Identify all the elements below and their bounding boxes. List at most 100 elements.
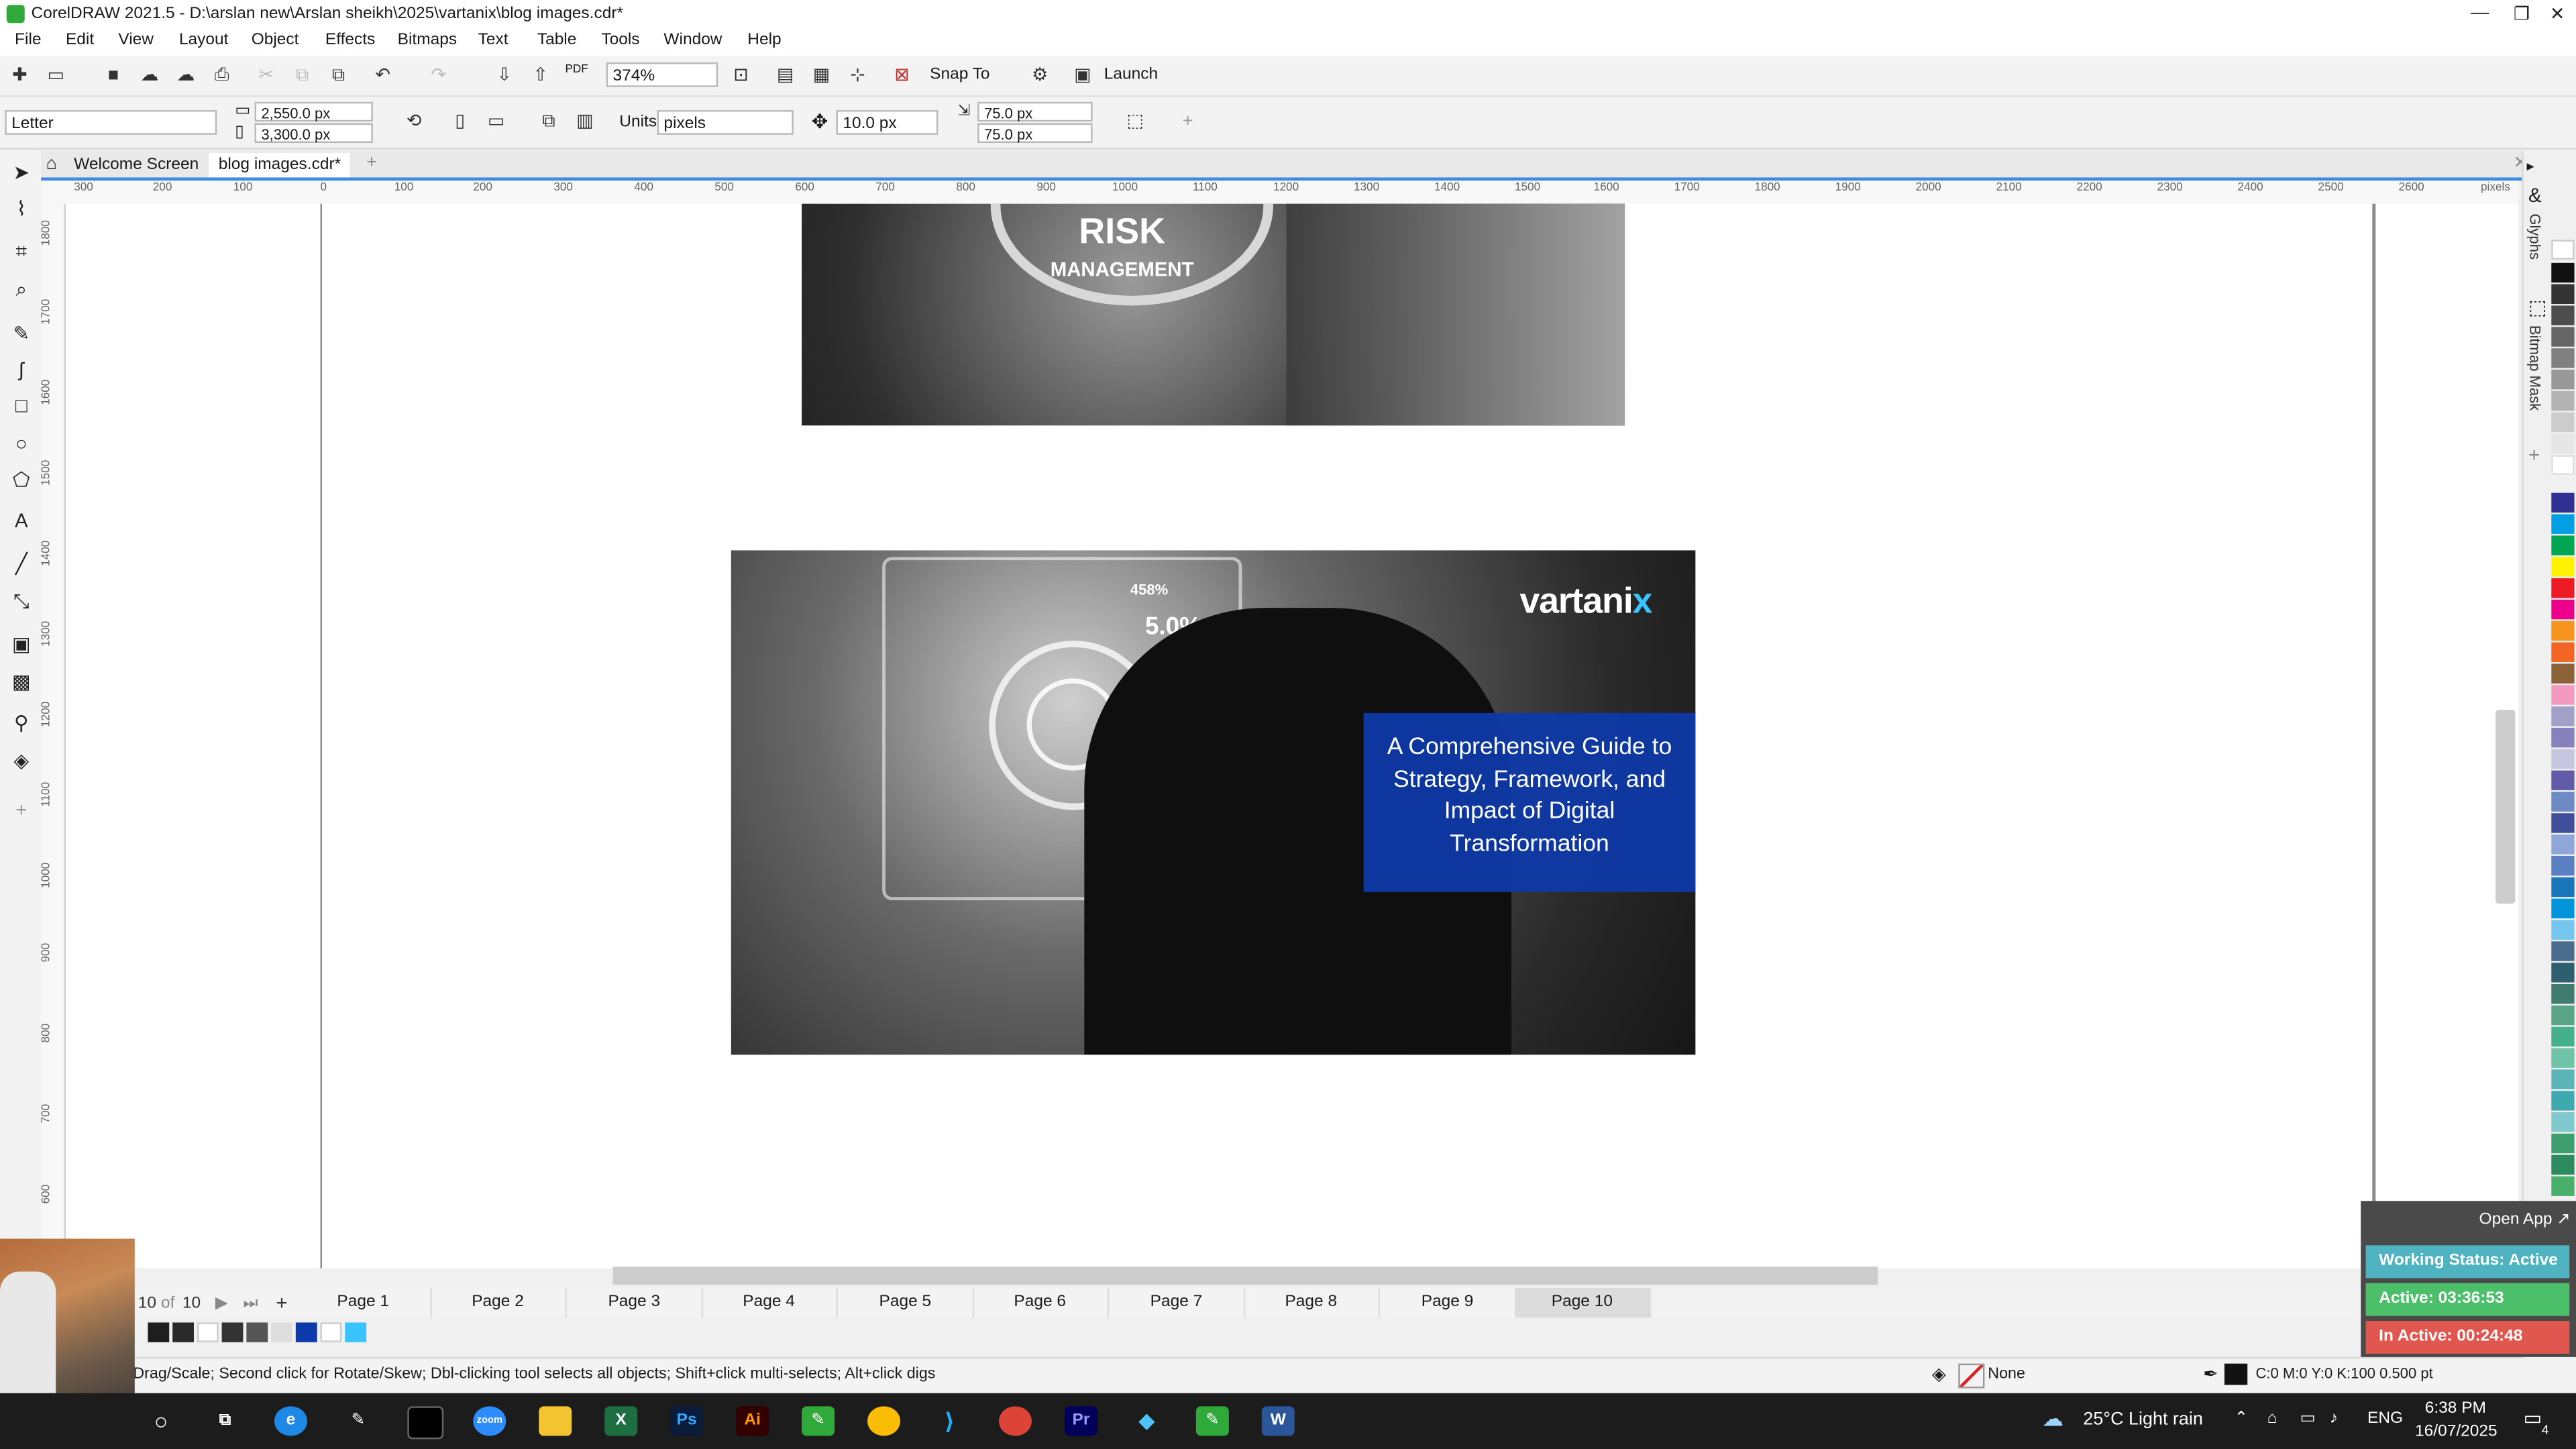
risk-management-image[interactable]: RISK MANAGEMENT [802,203,1625,426]
snap-off-icon[interactable]: ⊠ [890,64,913,87]
palette-black[interactable] [2551,262,2575,283]
open-folder-icon[interactable]: ▭ [44,64,67,87]
menu-effects[interactable]: Effects [325,32,375,50]
home-icon[interactable]: ⌂ [46,154,57,174]
launch-dropdown[interactable]: Launch [1104,66,1158,84]
menu-object[interactable]: Object [252,32,299,50]
close-icon[interactable]: ✕ [2550,3,2565,25]
language-indicator[interactable]: ENG [2367,1409,2403,1428]
page-tab-9[interactable]: Page 9 [1380,1288,1517,1318]
transparency-tool-icon[interactable]: ▩ [8,669,34,695]
chrome-icon[interactable] [867,1406,901,1436]
full-screen-icon[interactable]: ▤ [773,64,796,87]
minimize-icon[interactable]: — [2471,3,2489,23]
tray-network-icon[interactable]: ⌂ [2267,1409,2277,1428]
palette-green-dark[interactable] [2551,1155,2575,1175]
horizontal-ruler[interactable]: 300 200 100 0 100 200 300 400 500 600 70… [41,180,2519,206]
palette-aqua-light[interactable] [2551,1112,2575,1132]
glyphs-docker-tab[interactable]: Glyphs [2527,213,2543,260]
fill-icon[interactable]: ◈ [1932,1364,1946,1385]
ellipse-tool-icon[interactable]: ○ [8,431,34,457]
horizontal-scrollbar-thumb[interactable] [612,1267,1878,1285]
palette-lilac[interactable] [2551,749,2575,769]
chrome-profile-icon[interactable] [998,1406,1032,1436]
cut-icon[interactable]: ✂ [255,64,278,87]
tab-blog-images[interactable]: blog images.cdr* [209,152,351,178]
launch-icon[interactable]: ▣ [1071,64,1094,87]
portrait-icon[interactable]: ▯ [449,110,472,133]
illustrator-icon[interactable]: Ai [736,1406,769,1436]
task-view-icon[interactable]: ⧉ [209,1406,241,1436]
page-tab-1[interactable]: Page 1 [296,1288,433,1318]
options-gear-icon[interactable]: ⚙ [1028,64,1051,87]
tray-volume-icon[interactable]: ♪ [2330,1409,2338,1428]
current-page-number[interactable]: 10 [138,1295,156,1313]
swatch-white2[interactable] [320,1322,342,1342]
digital-transformation-image[interactable]: 458% 5.0% vartanix A Comprehensive Guide… [731,550,1696,1055]
notification-icon[interactable]: ▭ [2524,1406,2542,1429]
paste-icon[interactable]: ⧉ [327,64,350,87]
menu-view[interactable]: View [118,32,154,50]
add-docker-icon[interactable]: + [2528,443,2540,466]
palette-slate[interactable] [2551,941,2575,961]
palette-periwinkle[interactable] [2551,835,2575,855]
current-page-icon[interactable]: ▥ [574,110,596,133]
artistic-media-icon[interactable]: ʃ [8,356,34,382]
import-icon[interactable]: ⇩ [493,64,516,87]
clock-date[interactable]: 16/07/2025 [2415,1423,2498,1441]
add-icon[interactable]: + [1176,110,1199,133]
orientation-icon[interactable]: ⟲ [402,110,425,133]
page-tab-2[interactable]: Page 2 [431,1288,567,1318]
page-tab-8[interactable]: Page 8 [1244,1288,1381,1318]
undo-icon[interactable]: ↶ [371,64,394,87]
page-tab-10[interactable]: Page 10 [1514,1288,1652,1318]
menu-help[interactable]: Help [747,32,781,50]
palette-light-sky[interactable] [2551,920,2575,940]
coreldraw-taskbar-icon[interactable]: ✎ [802,1406,835,1436]
palette-none[interactable] [2551,239,2575,260]
page-tab-5[interactable]: Page 5 [838,1288,975,1318]
palette-orange-dark[interactable] [2551,642,2575,662]
grid-icon[interactable]: ▦ [810,64,833,87]
freehand-tool-icon[interactable]: ✎ [8,321,34,347]
tab-welcome-screen[interactable]: Welcome Screen [64,153,209,178]
outline-pen-icon[interactable]: ✒ [2203,1364,2218,1385]
add-page-icon[interactable]: + [276,1291,287,1314]
palette-pink[interactable] [2551,685,2575,705]
palette-cyan[interactable] [2551,514,2575,534]
copy-icon[interactable]: ⧉ [290,64,313,87]
guidelines-icon[interactable]: ⊹ [846,64,869,87]
palette-grey-60[interactable] [2551,348,2575,368]
swatch-dark2[interactable] [221,1322,244,1342]
weather-text[interactable]: 25°C Light rain [2083,1409,2203,1429]
zoom-app-icon[interactable]: zoom [473,1406,506,1436]
zoom-fit-icon[interactable]: ⊡ [729,64,752,87]
page-size-select[interactable]: Letter [5,110,217,135]
page-tab-3[interactable]: Page 3 [567,1288,704,1318]
palette-grey-80[interactable] [2551,305,2575,325]
palette-indigo[interactable] [2551,813,2575,833]
palette-teal[interactable] [2551,983,2575,1004]
menu-tools[interactable]: Tools [601,32,639,50]
palette-aqua-dark[interactable] [2551,1091,2575,1111]
open-app-link[interactable]: Open App ↗ [2479,1211,2571,1229]
word-icon[interactable]: W [1261,1406,1295,1436]
next-page-icon[interactable]: ▶ [215,1295,228,1313]
palette-lavender[interactable] [2551,706,2575,727]
cloud-icon[interactable]: ☁ [174,64,197,87]
rectangle-tool-icon[interactable]: □ [8,392,34,419]
page-width-field[interactable]: 2,550.0 px [254,101,373,122]
coreldraw-active-icon[interactable]: ✎ [1195,1406,1229,1436]
dimension-tool-icon[interactable]: ╱ [8,550,34,576]
outline-color-swatch[interactable] [2224,1363,2248,1385]
duplicate-y-field[interactable]: 75.0 px [977,123,1093,144]
vscode-icon[interactable]: ⟩ [933,1406,966,1436]
duplicate-x-field[interactable]: 75.0 px [977,101,1093,122]
treat-as-filled-icon[interactable]: ⬚ [1124,110,1146,133]
palette-jade[interactable] [2551,1026,2575,1047]
swatch-black[interactable] [148,1322,170,1342]
palette-green-light[interactable] [2551,1176,2575,1196]
swatch-cyan[interactable] [345,1322,367,1342]
pen-app-icon[interactable]: ✎ [341,1406,374,1436]
clock-time[interactable]: 6:38 PM [2425,1400,2486,1418]
